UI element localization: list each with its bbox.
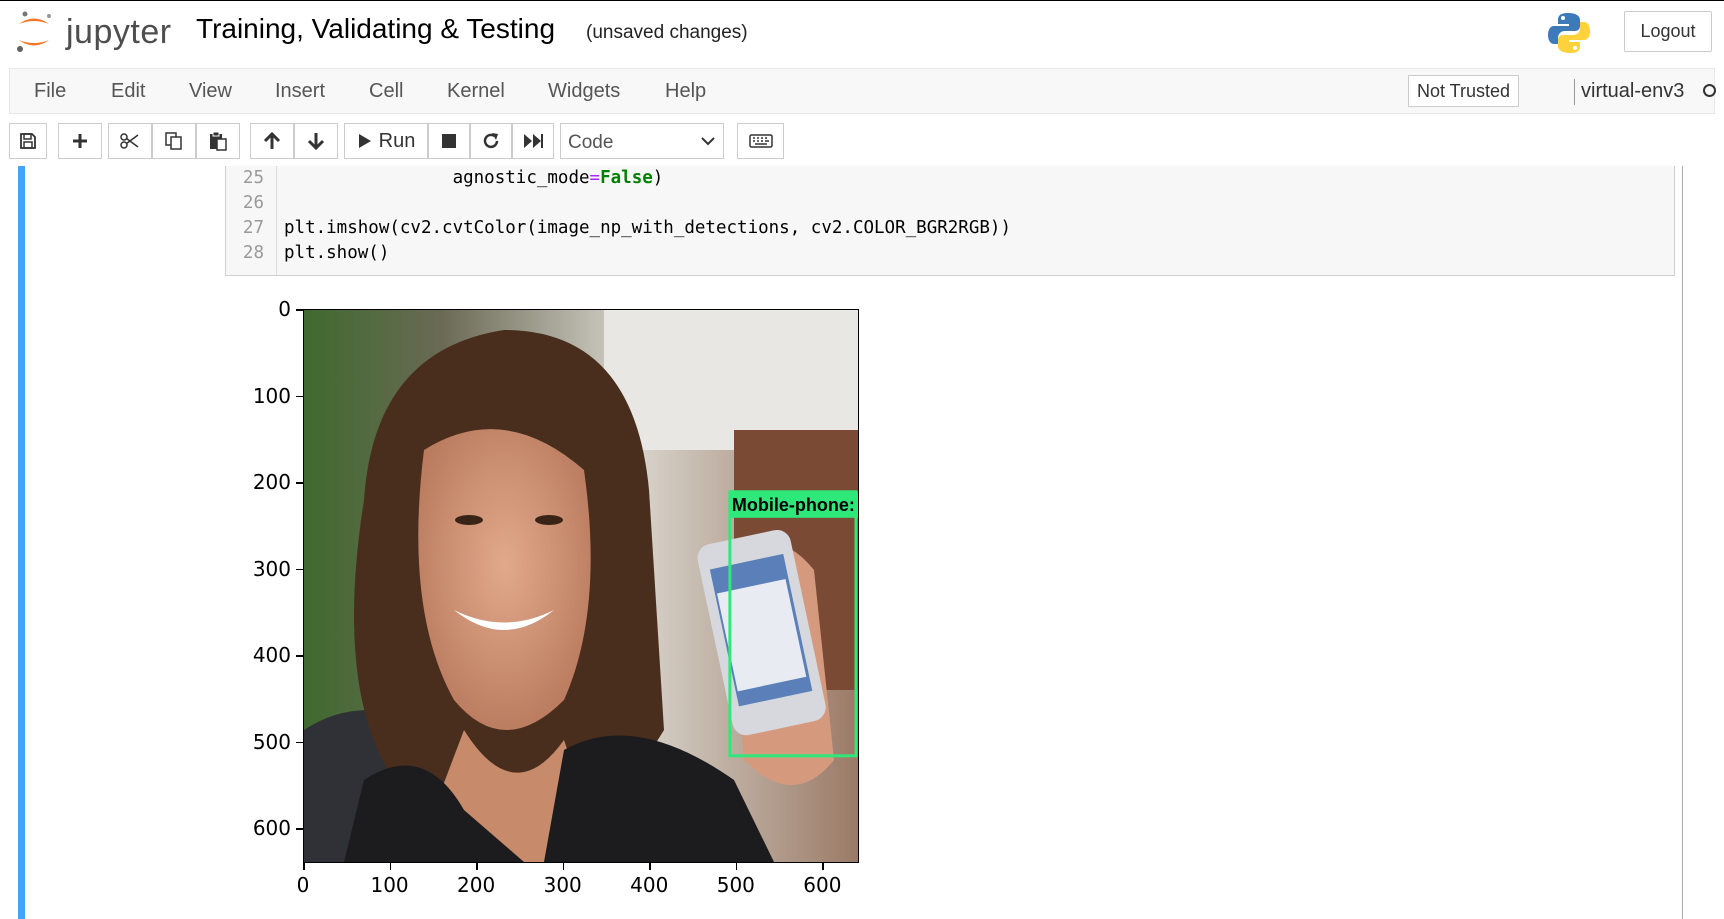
line-number: 27 (242, 218, 264, 238)
cut-button[interactable] (108, 123, 152, 159)
paste-icon (210, 131, 227, 151)
y-tick-label: 600 (252, 816, 291, 841)
play-icon (358, 134, 371, 148)
insert-cell-button[interactable] (58, 123, 102, 159)
stop-icon (442, 134, 456, 148)
menu-view[interactable]: View (189, 80, 232, 103)
x-tick-mark (822, 863, 824, 870)
y-tick-mark (296, 741, 303, 744)
interrupt-button[interactable] (428, 123, 470, 159)
x-tick-label: 600 (803, 873, 842, 897)
cell-type-value: Code (568, 132, 614, 153)
chevron-down-icon (701, 137, 715, 146)
code-line: plt.imshow(cv2.cvtColor(image_np_with_de… (284, 218, 1011, 238)
menu-insert[interactable]: Insert (275, 80, 325, 103)
detection-label: Mobile-phone: (732, 495, 855, 515)
move-up-button[interactable] (250, 123, 294, 159)
paste-button[interactable] (196, 123, 240, 159)
restart-run-all-button[interactable] (512, 123, 554, 159)
y-tick-mark (296, 568, 303, 571)
arrow-up-icon (263, 131, 281, 149)
y-tick-mark (296, 482, 303, 484)
code-token: agnostic_mode (452, 168, 590, 188)
code-token: ) (652, 168, 664, 188)
line-number: 25 (242, 168, 264, 188)
x-tick-mark (389, 863, 392, 870)
code-cell[interactable]: 25 26 27 28 agnostic_mode=False) plt.ims… (18, 166, 1683, 919)
x-tick-label: 100 (370, 873, 409, 897)
command-palette-button[interactable] (737, 123, 784, 159)
run-button[interactable]: Run (344, 123, 428, 159)
y-tick-mark (296, 309, 303, 311)
copy-button[interactable] (152, 123, 196, 159)
x-tick-mark (476, 863, 478, 870)
save-status: (unsaved changes) (586, 22, 748, 43)
restart-icon (483, 133, 499, 149)
y-tick-label: 500 (252, 729, 291, 754)
detection-photo: Mobile-phone: (304, 310, 858, 862)
code-operator: = (589, 168, 601, 188)
x-tick-mark (649, 863, 651, 870)
save-button[interactable] (9, 123, 47, 159)
kernel-idle-indicator-icon (1703, 84, 1716, 97)
line-number: 26 (242, 193, 264, 213)
y-tick-mark (296, 655, 303, 657)
kernel-divider (1574, 79, 1575, 105)
plus-icon (73, 134, 87, 148)
y-tick-label: 100 (252, 383, 291, 408)
notebook-container: 25 26 27 28 agnostic_mode=False) plt.ims… (0, 166, 1724, 919)
restart-kernel-button[interactable] (470, 123, 512, 159)
code-line: agnostic_mode=False) (284, 166, 664, 191)
logo-text: jupyter (66, 13, 172, 51)
menu-kernel[interactable]: Kernel (447, 80, 505, 103)
code-line: plt.show() (284, 243, 390, 263)
cell-type-select[interactable]: Code (560, 123, 724, 159)
y-tick-label: 400 (252, 643, 291, 668)
jupyter-logo[interactable]: jupyter (16, 9, 176, 55)
code-keyword: False (600, 168, 653, 188)
x-tick-mark (735, 863, 738, 870)
cell-output-figure: Mobile-phone: 0 100 200 300 400 500 600 0 100 200… (18, 276, 1683, 919)
y-tick-label: 0 (278, 297, 291, 321)
x-tick-label: 500 (716, 873, 755, 897)
x-tick-label: 200 (457, 873, 496, 897)
menu-edit[interactable]: Edit (111, 80, 145, 103)
x-tick-mark (303, 863, 305, 870)
x-tick-label: 400 (630, 873, 669, 897)
y-tick-label: 300 (252, 556, 291, 581)
menu-cell[interactable]: Cell (369, 80, 403, 103)
menu-widgets[interactable]: Widgets (548, 80, 620, 103)
keyboard-icon (748, 134, 773, 148)
x-tick-label: 0 (296, 873, 310, 897)
copy-icon (165, 132, 182, 150)
y-tick-mark (296, 395, 303, 398)
run-label: Run (378, 129, 416, 152)
fast-forward-icon (524, 134, 543, 148)
x-tick-label: 300 (543, 873, 582, 897)
move-down-button[interactable] (294, 123, 338, 159)
arrow-down-icon (307, 133, 325, 151)
line-number: 28 (242, 243, 264, 263)
menubar: File Edit View Insert Cell Kernel Widget… (9, 68, 1716, 114)
image-plot-axes: Mobile-phone: (303, 309, 859, 863)
header: jupyter Training, Validating & Testing (… (0, 0, 1724, 66)
logout-button[interactable]: Logout (1624, 11, 1712, 52)
toolbar: Run Code (0, 118, 1724, 166)
x-tick-mark (562, 863, 565, 870)
y-tick-label: 200 (252, 470, 291, 495)
save-icon (20, 133, 36, 149)
jupyter-logo-icon (17, 11, 51, 52)
scissors-icon (120, 133, 139, 149)
not-trusted-badge[interactable]: Not Trusted (1408, 75, 1520, 107)
code-editor[interactable]: 25 26 27 28 agnostic_mode=False) plt.ims… (225, 166, 1675, 276)
python-icon (1547, 11, 1591, 55)
notebook-title[interactable]: Training, Validating & Testing (196, 13, 555, 45)
menu-help[interactable]: Help (665, 80, 706, 103)
menu-file[interactable]: File (34, 80, 66, 103)
y-tick-mark (296, 828, 303, 830)
kernel-name[interactable]: virtual-env3 (1581, 80, 1684, 103)
